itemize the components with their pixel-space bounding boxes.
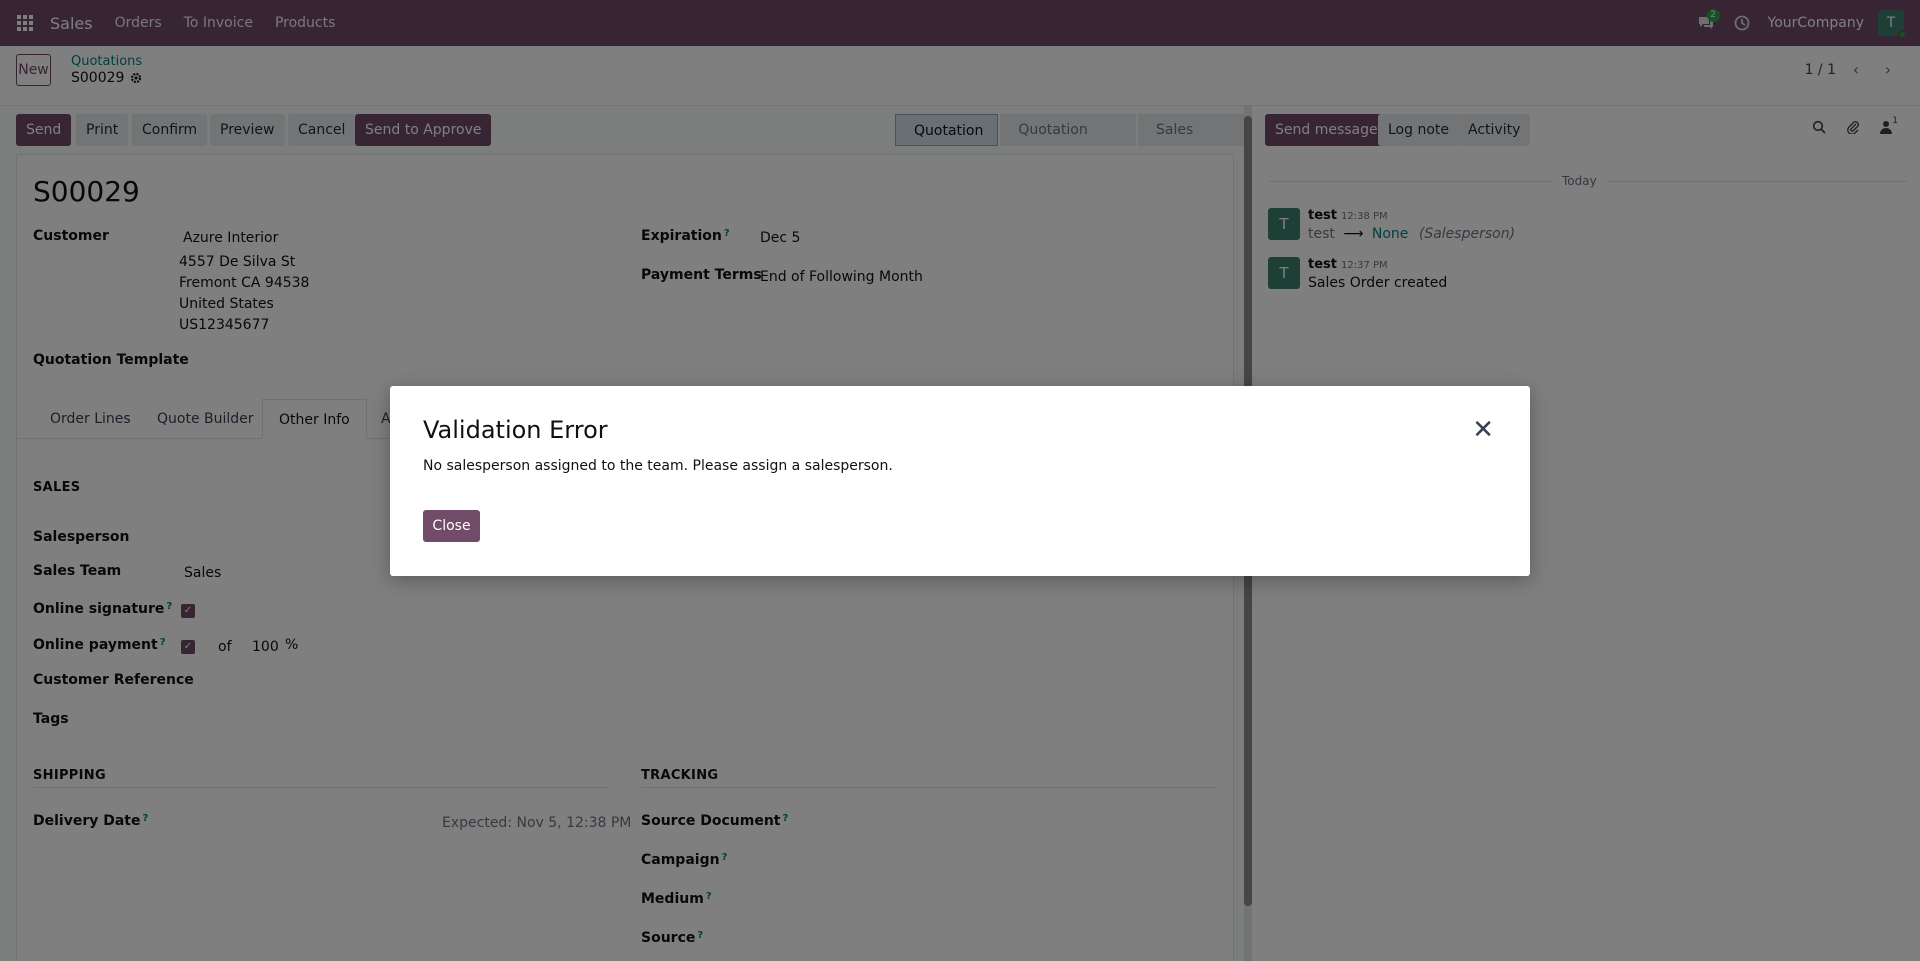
dialog-message: No salesperson assigned to the team. Ple… xyxy=(423,458,893,474)
dialog-title: Validation Error xyxy=(423,416,608,444)
close-icon[interactable]: ✕ xyxy=(1472,417,1494,443)
validation-error-dialog: Validation Error ✕ No salesperson assign… xyxy=(390,386,1530,576)
close-button[interactable]: Close xyxy=(423,510,480,542)
